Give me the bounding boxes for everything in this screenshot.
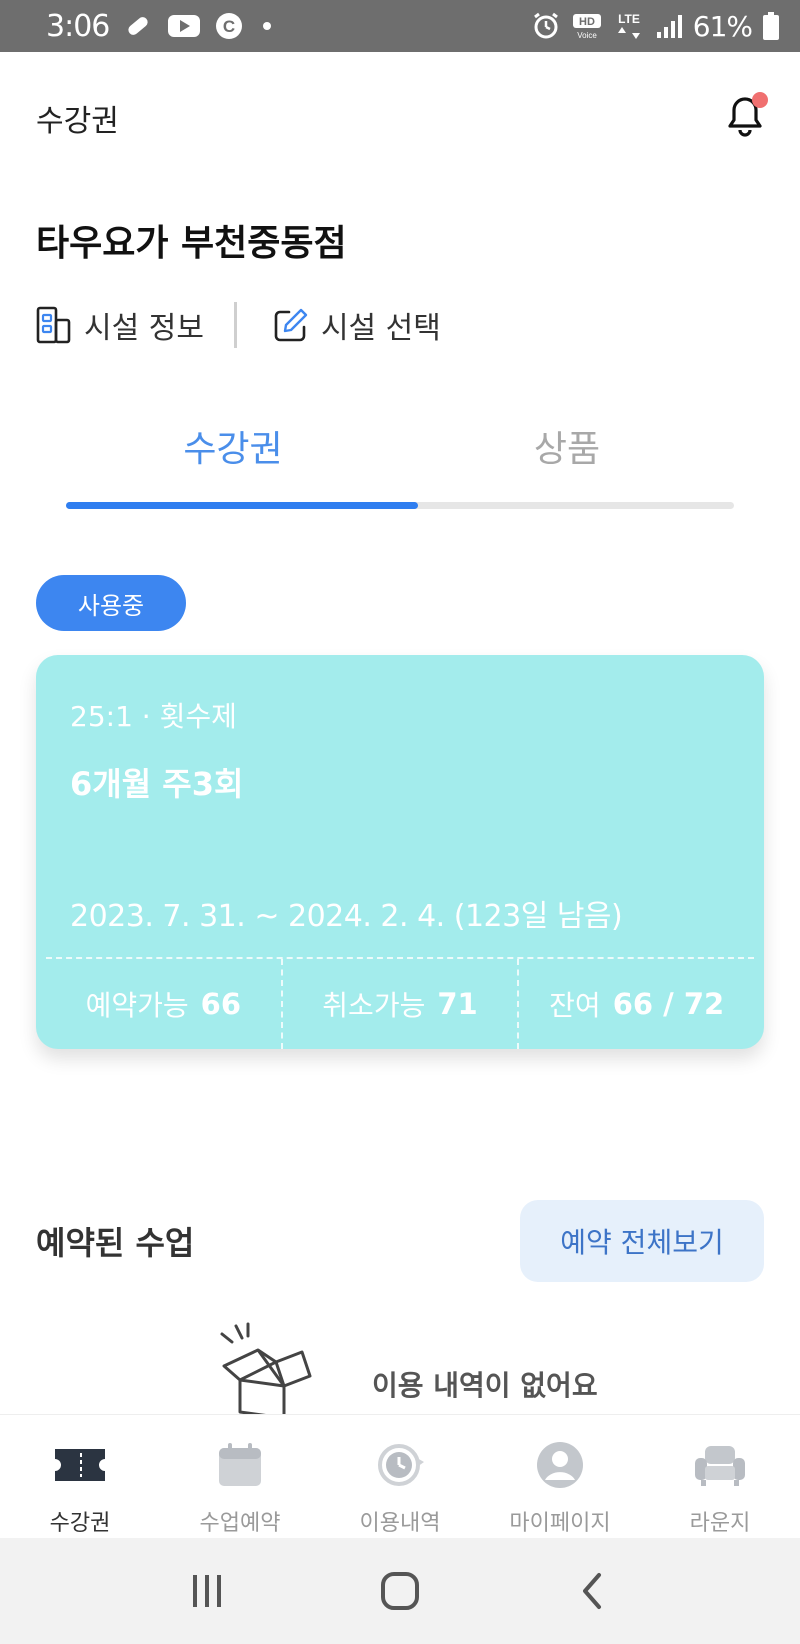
battery-icon bbox=[762, 11, 780, 41]
nav-label: 수업예약 bbox=[199, 1511, 281, 1536]
facility-name: 타우요가 부천중동점 bbox=[36, 223, 347, 264]
nav-ticket[interactable]: 수강권 bbox=[0, 1415, 160, 1538]
svg-text:HD: HD bbox=[579, 16, 595, 28]
svg-text:Voice: Voice bbox=[577, 31, 597, 40]
nav-lounge[interactable]: 라운지 bbox=[640, 1415, 800, 1538]
back-icon bbox=[583, 1573, 602, 1609]
home-button[interactable] bbox=[360, 1551, 440, 1631]
youtube-icon bbox=[167, 13, 201, 39]
view-all-reservations-button[interactable]: 예약 전체보기 bbox=[520, 1200, 764, 1282]
tab-bar: 수강권 상품 bbox=[66, 420, 734, 510]
status-time: 3:06 bbox=[46, 8, 110, 44]
divider bbox=[233, 302, 237, 348]
facility-info-link[interactable]: 시설 정보 bbox=[36, 303, 204, 347]
link-icon bbox=[123, 11, 153, 41]
status-bar: 3:06 C HD Voice LTE 61% bbox=[0, 0, 800, 52]
calendar-icon bbox=[210, 1435, 270, 1495]
ticket-title: 6개월 주3회 bbox=[70, 765, 244, 803]
back-button[interactable] bbox=[553, 1551, 633, 1631]
app-header: 수강권 bbox=[0, 52, 800, 182]
edit-icon bbox=[274, 308, 308, 342]
tab-indicator bbox=[66, 502, 418, 509]
empty-box-icon bbox=[220, 1322, 312, 1420]
facility-links: 시설 정보 시설 선택 bbox=[36, 300, 441, 350]
stat-value: 71 bbox=[437, 987, 478, 1021]
facility-select-link[interactable]: 시설 선택 bbox=[273, 303, 441, 347]
nav-label: 라운지 bbox=[689, 1511, 751, 1536]
nav-label: 수강권 bbox=[49, 1511, 111, 1536]
home-icon bbox=[380, 1572, 419, 1610]
tab-products[interactable]: 상품 bbox=[400, 420, 734, 472]
stat-remaining: 잔여 66 / 72 bbox=[519, 959, 754, 1049]
facility-select-label: 시설 선택 bbox=[320, 311, 441, 346]
nav-label: 이용내역 bbox=[359, 1511, 441, 1536]
history-icon bbox=[370, 1435, 430, 1495]
hd-voice-icon: HD Voice bbox=[571, 12, 603, 40]
battery-percent: 61% bbox=[692, 9, 753, 43]
empty-state: 이용 내역이 없어요 bbox=[210, 1322, 630, 1422]
ticket-type: 25:1 · 횟수제 bbox=[70, 700, 237, 733]
signal-icon bbox=[655, 12, 683, 40]
user-icon bbox=[530, 1435, 590, 1495]
empty-message: 이용 내역이 없어요 bbox=[372, 1369, 598, 1402]
recent-apps-icon bbox=[192, 1575, 221, 1607]
svg-text:C: C bbox=[223, 17, 235, 36]
nav-label: 마이페이지 bbox=[509, 1511, 611, 1536]
status-right-icons: HD Voice LTE 61% bbox=[531, 10, 780, 43]
ticket-stats: 예약가능 66 취소가능 71 잔여 66 / 72 bbox=[46, 959, 754, 1049]
stat-value: 66 / 72 bbox=[612, 987, 725, 1021]
ticket-period: 2023. 7. 31. ~ 2024. 2. 4. (123일 남음) bbox=[70, 899, 623, 934]
alarm-icon bbox=[531, 11, 561, 41]
notification-badge bbox=[752, 92, 768, 108]
bottom-nav: 수강권 수업예약 이용내역 마이페이지 라운지 bbox=[0, 1414, 800, 1538]
system-nav-bar bbox=[0, 1538, 800, 1644]
nav-class-booking[interactable]: 수업예약 bbox=[160, 1415, 320, 1538]
reserved-classes-title: 예약된 수업 bbox=[36, 1224, 195, 1262]
nav-history[interactable]: 이용내역 bbox=[320, 1415, 480, 1538]
building-icon bbox=[36, 306, 71, 344]
svg-text:LTE: LTE bbox=[618, 12, 640, 26]
nav-mypage[interactable]: 마이페이지 bbox=[480, 1415, 640, 1538]
sofa-icon bbox=[690, 1435, 750, 1495]
stat-label: 취소가능 bbox=[322, 989, 426, 1022]
page-title: 수강권 bbox=[36, 104, 119, 139]
stat-cancellable: 취소가능 71 bbox=[283, 959, 520, 1049]
lte-icon: LTE bbox=[613, 11, 645, 41]
ticket-card[interactable]: 25:1 · 횟수제 6개월 주3회 2023. 7. 31. ~ 2024. … bbox=[36, 655, 764, 1049]
stat-label: 잔여 bbox=[549, 989, 601, 1022]
status-badge: 사용중 bbox=[36, 575, 186, 631]
notification-button[interactable] bbox=[720, 90, 770, 140]
stat-value: 66 bbox=[200, 987, 242, 1021]
recent-apps-button[interactable] bbox=[167, 1551, 247, 1631]
facility-info-label: 시설 정보 bbox=[84, 311, 204, 346]
dot-icon bbox=[257, 16, 277, 36]
c-icon: C bbox=[215, 12, 243, 40]
tab-ticket[interactable]: 수강권 bbox=[66, 420, 400, 472]
status-left-icons: C bbox=[123, 11, 277, 41]
ticket-icon bbox=[50, 1435, 110, 1495]
stat-reservable: 예약가능 66 bbox=[46, 959, 283, 1049]
stat-label: 예약가능 bbox=[85, 989, 189, 1022]
